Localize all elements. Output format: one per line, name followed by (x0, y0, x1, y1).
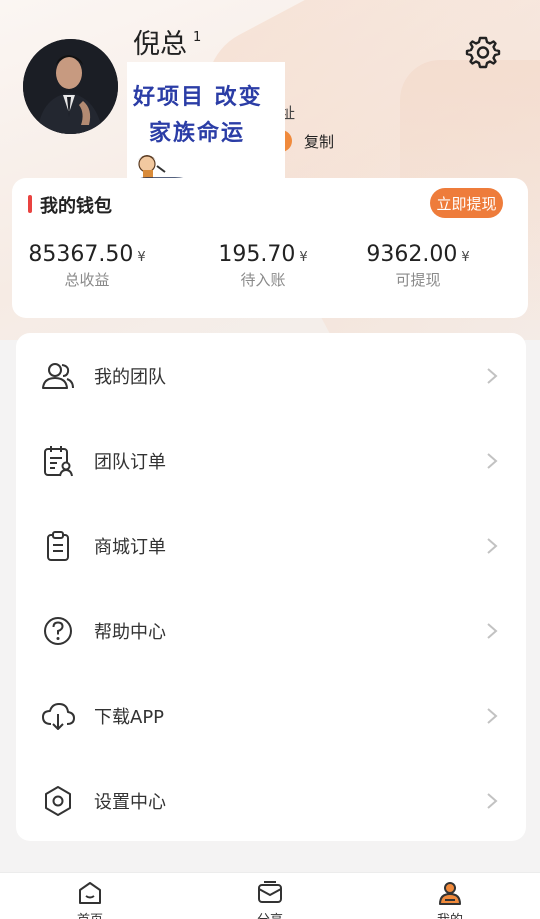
tab-home[interactable]: 首页 (50, 879, 130, 919)
currency-symbol: ¥ (137, 250, 146, 265)
stat-caption: 总收益 (64, 271, 110, 289)
currency-symbol: ¥ (299, 250, 308, 265)
tab-share[interactable]: 分享 (230, 879, 310, 919)
avatar-photo (23, 39, 118, 134)
tab-label: 我的 (410, 909, 490, 919)
menu-item-label: 设置中心 (94, 791, 166, 813)
username: 倪总 (133, 29, 187, 60)
team-icon (42, 362, 74, 389)
home-icon (79, 882, 101, 904)
withdraw-button[interactable]: 立即提现 (430, 188, 503, 218)
profile-icon (439, 882, 461, 905)
menu-item-help[interactable]: 帮助中心 (16, 588, 526, 673)
tab-mine[interactable]: 我的 (410, 879, 490, 919)
username-suffix: 1 (193, 30, 202, 45)
bottom-tab-bar: 首页 分享 我的 (0, 872, 540, 919)
menu-item-label: 帮助中心 (94, 621, 166, 643)
stat-total-earnings[interactable]: 85367.50 ¥ 总收益 (22, 242, 152, 290)
chevron-right-icon (487, 792, 498, 809)
menu-item-label: 下载APP (94, 706, 165, 728)
stat-amount: 85367.50 (28, 242, 134, 267)
stat-amount: 195.70 (218, 242, 296, 267)
share-icon (258, 881, 282, 903)
chevron-right-icon (487, 367, 498, 384)
promo-line-2: 家族命运 (149, 121, 246, 146)
menu-item-download-app[interactable]: 下载APP (16, 673, 526, 758)
clipboard-icon (47, 530, 69, 561)
wallet-title-marker (28, 195, 32, 213)
menu-item-mall-orders[interactable]: 商城订单 (16, 503, 526, 588)
menu-item-team-orders[interactable]: 团队订单 (16, 418, 526, 503)
tab-label: 分享 (230, 909, 310, 919)
menu-item-settings[interactable]: 设置中心 (16, 758, 526, 843)
cloud-download-icon (42, 702, 75, 730)
tab-label: 首页 (50, 909, 130, 919)
menu-item-label: 商城订单 (94, 536, 166, 558)
wallet-title: 我的钱包 (40, 196, 112, 217)
team-order-icon (44, 445, 73, 476)
promo-line-1: 好项目 改变 (133, 85, 263, 110)
chevron-right-icon (487, 452, 498, 469)
avatar[interactable] (23, 39, 118, 134)
chevron-right-icon (487, 707, 498, 724)
chevron-right-icon (487, 537, 498, 554)
menu-item-team[interactable]: 我的团队 (16, 333, 526, 418)
stat-caption: 可提现 (395, 271, 441, 289)
menu-item-label: 我的团队 (94, 366, 166, 388)
settings-hexagon-icon (45, 785, 71, 816)
stat-amount: 9362.00 (366, 242, 458, 267)
help-icon (44, 616, 72, 645)
copy-button[interactable]: 复制 (304, 131, 334, 152)
gear-icon[interactable] (465, 34, 501, 70)
wallet-card: 我的钱包 立即提现 85367.50 ¥ 总收益 195.70 ¥ 待入账 9362… (12, 178, 528, 318)
stat-withdrawable[interactable]: 9362.00 ¥ 可提现 (358, 242, 478, 290)
menu-list: 我的团队 团队订单 商城订单 帮助中心 下载APP 设置中心 (16, 333, 526, 841)
chevron-right-icon (487, 622, 498, 639)
stat-caption: 待入账 (240, 271, 286, 289)
menu-item-label: 团队订单 (94, 451, 166, 473)
currency-symbol: ¥ (461, 250, 470, 265)
stat-pending[interactable]: 195.70 ¥ 待入账 (208, 242, 318, 290)
